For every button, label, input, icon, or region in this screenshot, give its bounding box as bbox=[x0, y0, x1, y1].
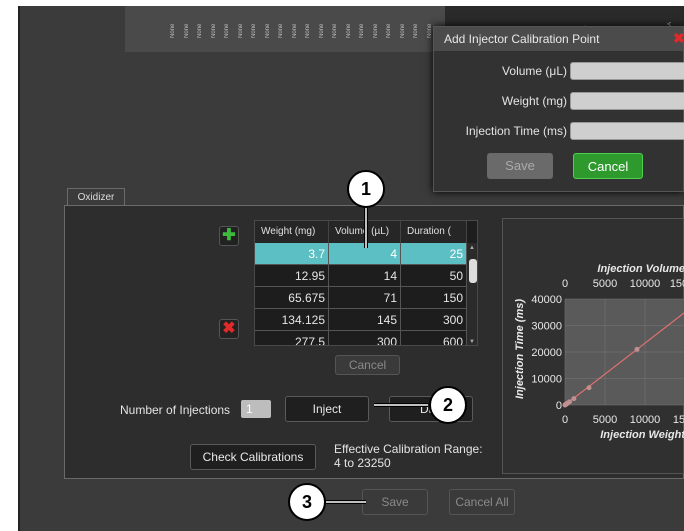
screenshot-frame: None None None None None None None None None None… bbox=[0, 0, 684, 531]
callout-3: 3 bbox=[288, 483, 326, 521]
callout-lines bbox=[326, 204, 428, 504]
callout-2: 2 bbox=[429, 386, 467, 424]
callout-1: 1 bbox=[347, 170, 385, 208]
